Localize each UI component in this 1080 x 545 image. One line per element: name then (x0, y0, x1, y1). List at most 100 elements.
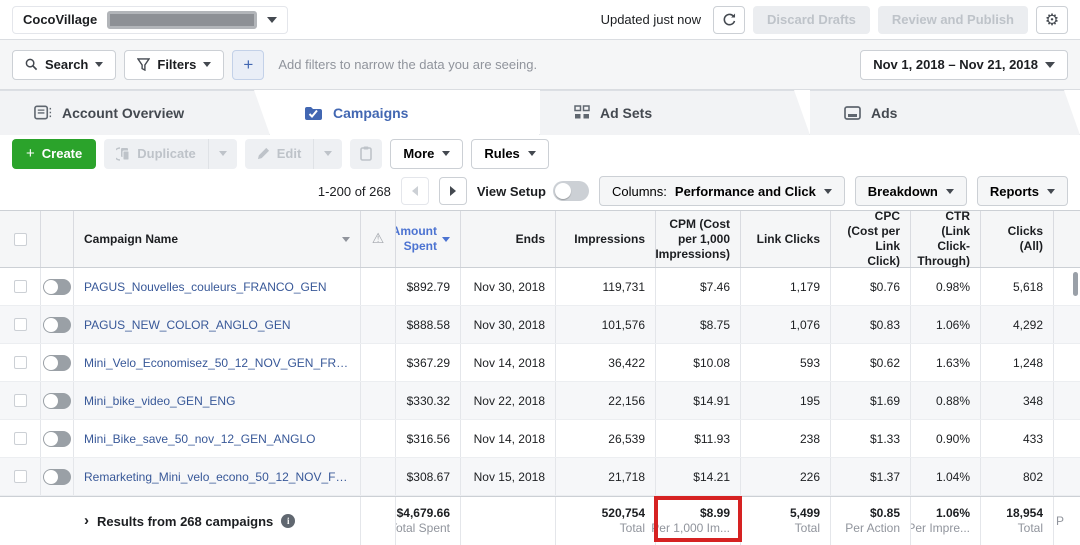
next-column-sliver (1053, 382, 1080, 419)
row-checkbox[interactable] (14, 356, 27, 369)
info-icon[interactable]: i (281, 514, 295, 528)
select-all-checkbox[interactable] (14, 233, 27, 246)
row-checkbox[interactable] (14, 394, 27, 407)
sort-caret-icon (442, 237, 450, 242)
create-button[interactable]: + Create (12, 139, 96, 169)
updated-status: Updated just now (601, 12, 701, 27)
total-link-clicks-label: Total (795, 521, 820, 536)
tab-ads[interactable]: Ads (810, 90, 1080, 135)
campaign-name-link[interactable]: PAGUS_Nouvelles_couleurs_FRANCO_GEN (84, 280, 327, 294)
account-selector[interactable]: CocoVillage (12, 6, 288, 34)
campaign-active-toggle[interactable] (43, 431, 71, 447)
add-filter-button[interactable]: + (232, 50, 264, 80)
row-checkbox[interactable] (14, 432, 27, 445)
create-label: Create (42, 146, 82, 161)
footer-ctr-cell: 1.06%Per Impre... (910, 497, 980, 545)
campaign-name-link[interactable]: PAGUS_NEW_COLOR_ANGLO_GEN (84, 318, 291, 332)
impressions-header-label: Impressions (574, 232, 645, 247)
clicks-all-cell: 5,618 (980, 268, 1053, 305)
duplicate-icon (116, 147, 130, 161)
paste-button[interactable] (350, 139, 382, 169)
cpm-cell: $8.75 (655, 306, 740, 343)
amount-spent-header[interactable]: Amount Spent (395, 211, 460, 267)
link-clicks-cell: 238 (740, 420, 830, 457)
next-page-button[interactable] (439, 177, 467, 205)
filters-dropdown[interactable]: Filters (124, 50, 224, 80)
rules-dropdown[interactable]: Rules (471, 139, 548, 169)
total-link-clicks-value: 5,499 (790, 506, 820, 521)
reports-dropdown[interactable]: Reports (977, 176, 1068, 206)
campaign-active-toggle[interactable] (43, 355, 71, 371)
tab-label: Ad Sets (600, 105, 652, 121)
impressions-cell: 101,576 (555, 306, 655, 343)
tab-label: Ads (871, 105, 897, 121)
columns-value: Performance and Click (675, 184, 816, 199)
top-bar: CocoVillage Updated just now Discard Dra… (0, 0, 1080, 40)
campaign-name-header[interactable]: Campaign Name (73, 211, 360, 267)
table-header-row: Campaign Name ⚠ Amount Spent Ends Impres… (0, 210, 1080, 268)
link-clicks-header[interactable]: Link Clicks (740, 211, 830, 267)
duplicate-label: Duplicate (137, 146, 196, 161)
more-label: More (403, 146, 434, 161)
tab-account-overview[interactable]: Account Overview (0, 90, 270, 135)
row-checkbox[interactable] (14, 318, 27, 331)
ctr-header[interactable]: CTR (Link Click-Through) (910, 211, 980, 267)
discard-drafts-button[interactable]: Discard Drafts (753, 6, 870, 34)
table-row: Mini_Velo_Economisez_50_12_NOV_GEN_FRANC… (0, 344, 1080, 382)
campaign-name-link[interactable]: Mini_Bike_save_50_nov_12_GEN_ANGLO (84, 432, 315, 446)
caret-down-icon (219, 151, 227, 156)
caret-down-icon (824, 189, 832, 194)
row-checkbox[interactable] (14, 470, 27, 483)
edit-caret-button[interactable] (314, 139, 342, 169)
edit-button[interactable]: Edit (245, 139, 315, 169)
delivery-alert-cell (360, 344, 395, 381)
impressions-cell: 26,539 (555, 420, 655, 457)
vertical-scrollbar[interactable] (1073, 272, 1078, 296)
breakdown-dropdown[interactable]: Breakdown (855, 176, 967, 206)
refresh-button[interactable] (713, 6, 745, 34)
review-publish-button[interactable]: Review and Publish (878, 6, 1028, 34)
footer-ends-cell (460, 497, 555, 545)
next-column-sliver (1053, 211, 1080, 267)
date-range-selector[interactable]: Nov 1, 2018 – Nov 21, 2018 (860, 50, 1068, 80)
next-arrow-icon (450, 186, 456, 196)
duplicate-button[interactable]: Duplicate (104, 139, 209, 169)
campaign-active-toggle[interactable] (43, 317, 71, 333)
campaign-name-link[interactable]: Mini_Velo_Economisez_50_12_NOV_GEN_FRANC… (84, 356, 350, 370)
campaign-name-link[interactable]: Remarketing_Mini_velo_econo_50_12_NOV_FR… (84, 470, 350, 484)
reports-label: Reports (990, 184, 1039, 199)
cpc-cell: $0.62 (830, 344, 910, 381)
amount-spent-cell: $367.29 (395, 344, 460, 381)
campaign-name-link[interactable]: Mini_bike_video_GEN_ENG (84, 394, 235, 408)
row-checkbox[interactable] (14, 280, 27, 293)
total-impressions-label: Total (620, 521, 645, 536)
cpc-header[interactable]: CPC (Cost per Link Click) (830, 211, 910, 267)
cpm-header[interactable]: CPM (Cost per 1,000 Impressions) (655, 211, 740, 267)
refresh-icon (722, 12, 737, 27)
account-name: CocoVillage (23, 12, 97, 27)
clicks-all-header[interactable]: Clicks (All) (980, 211, 1053, 267)
columns-dropdown[interactable]: Columns: Performance and Click (599, 176, 845, 206)
view-setup-toggle[interactable] (553, 181, 589, 201)
ctr-cell: 1.04% (910, 458, 980, 495)
table-body: PAGUS_Nouvelles_couleurs_FRANCO_GEN $892… (0, 268, 1080, 496)
delivery-alert-cell (360, 382, 395, 419)
prev-page-button[interactable] (401, 177, 429, 205)
settings-button[interactable]: ⚙ (1036, 6, 1068, 34)
caret-down-icon (342, 237, 350, 242)
campaign-active-toggle[interactable] (43, 393, 71, 409)
campaign-active-toggle[interactable] (43, 469, 71, 485)
results-summary-toggle[interactable]: › Results from 268 campaigns i (0, 497, 360, 545)
tab-campaigns[interactable]: Campaigns (270, 90, 540, 136)
impressions-header[interactable]: Impressions (555, 211, 655, 267)
edit-label: Edit (277, 146, 302, 161)
duplicate-caret-button[interactable] (209, 139, 237, 169)
ends-header[interactable]: Ends (460, 211, 555, 267)
total-cpc-value: $0.85 (870, 506, 900, 521)
plus-icon: + (243, 55, 253, 75)
search-dropdown[interactable]: Search (12, 50, 116, 80)
more-dropdown[interactable]: More (390, 139, 463, 169)
tab-ad-sets[interactable]: Ad Sets (540, 90, 810, 135)
campaign-active-toggle[interactable] (43, 279, 71, 295)
ctr-cell: 1.63% (910, 344, 980, 381)
